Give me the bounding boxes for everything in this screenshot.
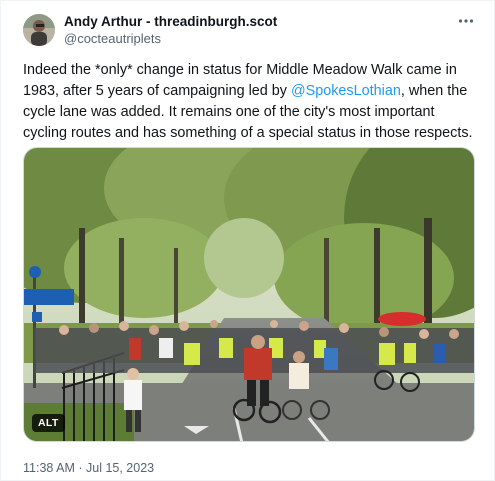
more-options-button[interactable] [453,11,479,31]
author-handle[interactable]: @cocteautriplets [64,30,277,47]
tweet-card: Andy Arthur - threadinburgh.scot @coctea… [0,0,495,481]
tweet-photo[interactable]: ALT [23,147,475,442]
tweet-text: Indeed the *only* change in status for M… [23,60,475,144]
photo-image [24,148,474,441]
mention-link[interactable]: @SpokesLothian [291,83,401,99]
author-display-name[interactable]: Andy Arthur - threadinburgh.scot [64,13,277,30]
author-avatar[interactable] [23,14,55,46]
alt-text-button[interactable]: ALT [32,414,65,432]
more-horizontal-icon [458,19,474,23]
tweet-timestamp[interactable]: 11:38 AM · Jul 15, 2023 [23,461,154,475]
author-info: Andy Arthur - threadinburgh.scot @coctea… [64,13,277,47]
avatar-image [23,14,55,46]
